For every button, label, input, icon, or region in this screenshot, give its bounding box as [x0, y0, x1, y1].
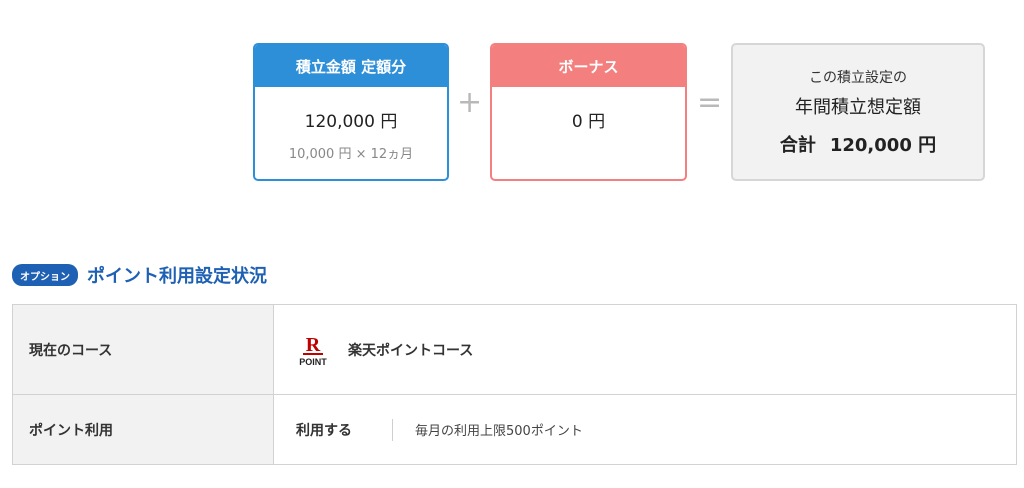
monthly-amount-breakdown: 10,000 円 × 12ヵ月: [288, 147, 414, 162]
divider: [392, 418, 393, 441]
bonus-amount-value: 0 円: [571, 112, 606, 132]
annual-total-sum: 合計 120,000 円: [733, 131, 983, 157]
plus-icon: +: [457, 85, 483, 120]
annual-total-heading: 年間積立想定額: [795, 97, 921, 118]
bonus-amount-box: ボーナス 0 円: [490, 43, 687, 181]
annual-total-caption: この積立設定の: [809, 70, 907, 86]
section-title: ポイント利用設定状況: [87, 266, 267, 287]
annual-total-box: この積立設定の 年間積立想定額 合計 120,000 円: [731, 43, 985, 181]
course-name: 楽天ポイントコース: [348, 342, 474, 359]
svg-text:POINT: POINT: [299, 357, 327, 367]
accumulation-settings-page: 積立金額 定額分 120,000 円 10,000 円 × 12ヵ月 + ボーナ…: [0, 0, 1024, 488]
table-row-point-usage: ポイント利用 利用する 毎月の利用上限500ポイント: [12, 394, 1017, 465]
point-usage-section-header: オプション ポイント利用設定状況: [12, 262, 267, 288]
annual-total-sum-label: 合計: [779, 135, 816, 156]
current-course-label: 現在のコース: [12, 304, 274, 395]
table-row-current-course: 現在のコース R POINT 楽天ポイントコース: [12, 304, 1017, 395]
annual-total-sum-value: 120,000 円: [829, 135, 937, 156]
monthly-amount-title: 積立金額 定額分: [255, 45, 447, 87]
rakuten-point-logo-icon: R POINT: [296, 332, 330, 368]
point-usage-value: 利用する 毎月の利用上限500ポイント: [273, 394, 1017, 465]
point-usage-limit: 毎月の利用上限500ポイント: [415, 424, 583, 439]
point-usage-status: 利用する: [296, 422, 352, 439]
current-course-value: R POINT 楽天ポイントコース: [273, 304, 1017, 395]
point-settings-table: 現在のコース R POINT 楽天ポイントコース ポイント利用 利用する 毎月の…: [12, 304, 1017, 465]
point-usage-label: ポイント利用: [12, 394, 274, 465]
bonus-amount-title: ボーナス: [492, 45, 685, 87]
equals-icon: =: [697, 85, 723, 120]
monthly-amount-value: 120,000 円: [304, 112, 398, 132]
monthly-amount-box: 積立金額 定額分 120,000 円 10,000 円 × 12ヵ月: [253, 43, 449, 181]
svg-text:R: R: [306, 334, 321, 356]
option-badge: オプション: [12, 264, 78, 286]
